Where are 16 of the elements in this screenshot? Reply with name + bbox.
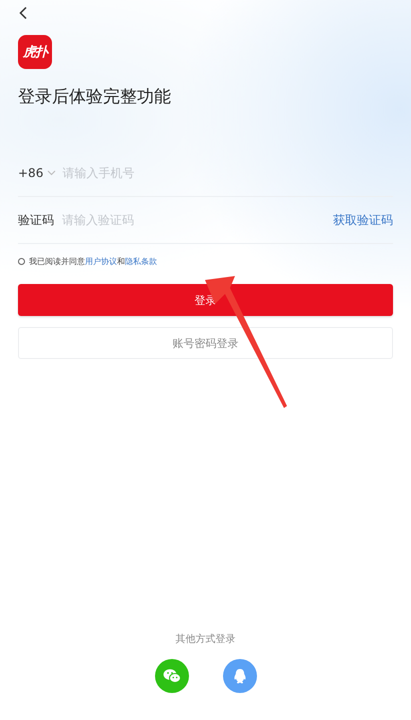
code-label: 验证码 <box>18 212 54 228</box>
qq-login-button[interactable] <box>222 659 256 693</box>
app-logo: 虎扑 <box>18 35 52 69</box>
country-code[interactable]: +86 <box>18 166 44 180</box>
chevron-down-icon[interactable] <box>47 170 56 176</box>
agreement-radio[interactable] <box>18 258 25 265</box>
penguin-icon <box>232 668 246 684</box>
privacy-policy-link[interactable]: 隐私条款 <box>125 257 157 266</box>
agreement-text: 我已阅读并同意用户协议和隐私条款 <box>29 256 157 267</box>
page-title: 登录后体验完整功能 <box>18 86 172 108</box>
get-code-button[interactable]: 获取验证码 <box>333 212 393 228</box>
chat-bubbles-icon <box>162 668 180 684</box>
other-login-label: 其他方式登录 <box>176 632 236 646</box>
password-login-button[interactable]: 账号密码登录 <box>18 327 393 359</box>
wechat-login-button[interactable] <box>154 659 188 693</box>
user-agreement-link[interactable]: 用户协议 <box>85 257 117 266</box>
